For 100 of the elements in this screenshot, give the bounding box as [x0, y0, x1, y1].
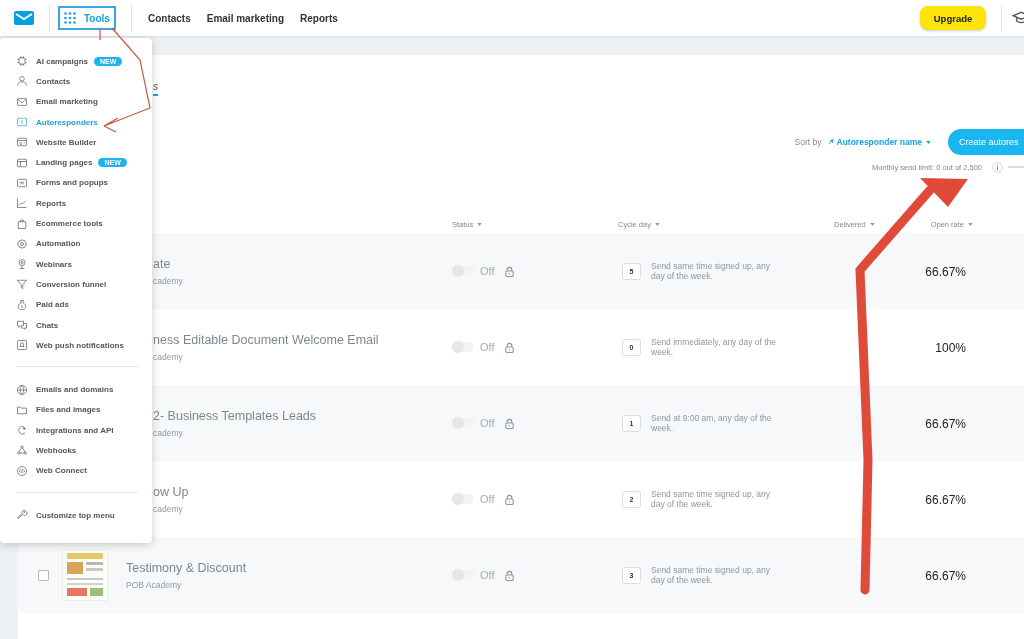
- menu-item[interactable]: Paid ads: [16, 294, 152, 315]
- calendar-icon: [16, 116, 28, 129]
- autoresponder-name[interactable]: ness Editable Document Welcome Email: [153, 332, 379, 347]
- menu-item-label: Website Builder: [36, 137, 97, 147]
- logo-icon[interactable]: [14, 11, 34, 25]
- menu-item-label: Emails and domains: [36, 385, 114, 395]
- menu-item-label: Forms and popups: [36, 178, 108, 188]
- caret-icon: [926, 141, 931, 145]
- menu-item[interactable]: Ecommerce tools: [16, 213, 152, 234]
- menu-item[interactable]: Webhooks: [16, 440, 152, 461]
- menu-item-label: Autoresponders: [36, 117, 98, 127]
- menu-item[interactable]: Automation: [16, 233, 152, 254]
- cycle-description: Send same time signed up, any day of the week.: [651, 564, 772, 586]
- menu-item-label: Integrations and API: [36, 425, 114, 435]
- status-text: Off: [480, 341, 495, 353]
- menu-item-label: Web Connect: [36, 466, 87, 476]
- nav-link[interactable]: Reports: [300, 12, 338, 24]
- bag-icon: [16, 217, 28, 230]
- line-chart-icon: [16, 197, 28, 210]
- campaign-name: cademy: [153, 275, 183, 286]
- row-checkbox[interactable]: [38, 569, 49, 581]
- menu-item[interactable]: Customize top menu: [16, 504, 152, 526]
- menu-item[interactable]: Contacts: [16, 71, 152, 92]
- campaign-name: POB Academy: [126, 579, 182, 590]
- webcam-icon: [16, 258, 28, 271]
- menu-item[interactable]: Forms and popups: [16, 172, 152, 194]
- menu-item[interactable]: Website Builder: [16, 132, 152, 153]
- person-icon: [16, 75, 28, 88]
- info-icon[interactable]: [992, 161, 1003, 173]
- autoresponder-name[interactable]: 2- Business Templates Leads: [153, 408, 317, 423]
- status-text: Off: [480, 493, 495, 505]
- globe-icon: [16, 383, 28, 396]
- menu-item[interactable]: Integrations and API: [16, 420, 152, 441]
- lock-icon: [504, 417, 516, 429]
- grid-icon: [64, 12, 76, 24]
- menu-item[interactable]: Emails and domains: [16, 379, 152, 400]
- cycle-description: Send at 9:00 am, any day of the week.: [651, 412, 773, 434]
- chat-icon: [16, 319, 28, 331]
- cycle-description: Send same time signed up, any day of the week.: [651, 260, 772, 282]
- funnel-icon: [16, 278, 28, 291]
- lock-icon: [504, 341, 516, 353]
- menu-item[interactable]: Files and images: [16, 399, 152, 421]
- money-bag-icon: [16, 298, 28, 311]
- form-icon: [16, 176, 28, 189]
- cycle-description: Send same time signed up, any day of the week.: [651, 488, 772, 510]
- autoresponder-name[interactable]: ate: [153, 256, 171, 271]
- window-icon: [16, 156, 28, 169]
- caret-icon: [869, 223, 875, 226]
- gear-icon: [16, 237, 28, 250]
- menu-item-label: Customize top menu: [36, 510, 115, 520]
- cycle-description: Send immediately, any day of the week.: [651, 336, 778, 358]
- menu-item-label: Chats: [36, 320, 59, 330]
- menu-item-label: Landing pages: [36, 158, 93, 168]
- code-icon: [16, 464, 28, 477]
- caret-icon: [968, 223, 973, 226]
- toggle-switch[interactable]: [452, 342, 474, 352]
- caret-icon: [654, 223, 660, 226]
- menu-item[interactable]: Web Connect: [16, 460, 152, 481]
- upgrade-button[interactable]: Upgrade: [920, 6, 986, 30]
- menu-item-label: Webinars: [36, 259, 72, 269]
- menu-item-label: Automation: [36, 239, 81, 249]
- menu-item-label: Contacts: [36, 76, 71, 86]
- lock-icon: [504, 569, 516, 581]
- menu-item-label: Files and images: [36, 405, 101, 415]
- nav-link[interactable]: Contacts: [147, 12, 191, 24]
- bell-icon: [16, 339, 28, 352]
- nav-link[interactable]: Email marketing: [206, 12, 284, 24]
- menu-item[interactable]: Webinars: [16, 253, 152, 275]
- open-rate: 66.67%: [925, 493, 966, 507]
- menu-item-label: Email marketing: [36, 97, 98, 107]
- status-text: Off: [480, 569, 495, 581]
- menu-item[interactable]: Chats: [16, 314, 152, 336]
- menu-item[interactable]: Reports: [16, 193, 152, 214]
- menu-item-label: Ecommerce tools: [36, 219, 103, 228]
- layout-icon: [16, 136, 28, 149]
- sort-label: Sort by: [794, 137, 822, 147]
- autoresponder-name[interactable]: ow Up: [153, 484, 189, 499]
- envelope-icon: [16, 95, 28, 108]
- status-text: Off: [480, 265, 495, 277]
- campaign-name: cademy: [153, 503, 183, 514]
- open-rate: 66.67%: [925, 569, 966, 583]
- menu-item[interactable]: Web push notifications: [16, 335, 152, 356]
- pin-icon: [827, 139, 834, 145]
- open-rate: 66.67%: [925, 417, 966, 431]
- graduation-cap-icon[interactable]: [1012, 10, 1024, 26]
- menu-item-label: Conversion funnel: [36, 279, 107, 289]
- lock-icon: [504, 493, 516, 505]
- menu-item-label: Webhooks: [36, 446, 77, 455]
- webhook-icon: [16, 444, 28, 457]
- menu-item[interactable]: Conversion funnel: [16, 274, 152, 295]
- chip-icon: [16, 55, 28, 68]
- campaign-name: cademy: [153, 427, 183, 438]
- folder-icon: [16, 403, 28, 416]
- menu-item-label: Web push notifications: [36, 340, 124, 350]
- menu-item[interactable]: Email marketing: [16, 91, 152, 112]
- caret-icon: [477, 223, 483, 226]
- toggle-switch[interactable]: [452, 494, 474, 504]
- autoresponder-name[interactable]: Testimony & Discount: [126, 560, 247, 575]
- menu-item-label: Paid ads: [36, 300, 69, 310]
- lock-icon: [504, 265, 516, 277]
